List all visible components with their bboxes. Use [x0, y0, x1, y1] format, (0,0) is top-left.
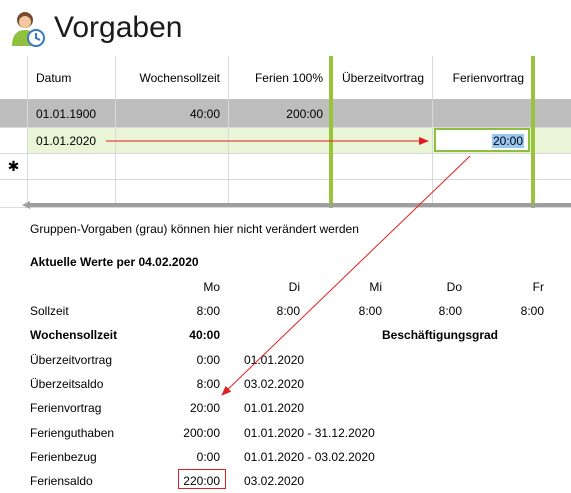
sollzeit-mo: 8:00 — [196, 304, 220, 318]
feriensaldo-date: 03.02.2020 — [244, 474, 305, 488]
day-header-mi: Mi — [369, 280, 382, 294]
ueberzeitsaldo-value: 8:00 — [196, 377, 220, 391]
ferienvortrag-label: Ferienvortrag — [30, 401, 102, 415]
cell-ferien[interactable]: 200:00 — [229, 100, 332, 128]
ueberzeitvortrag-value: 0:00 — [196, 353, 220, 367]
sollzeit-label: Sollzeit — [30, 304, 69, 318]
scroll-left-icon[interactable] — [22, 201, 30, 209]
beschaeftigungsgrad-label: Beschäftigungsgrad — [382, 328, 499, 342]
sollzeit-do: 8:00 — [438, 304, 462, 318]
cell-more[interactable] — [533, 128, 571, 154]
ferienvortrag-edit-value[interactable]: 20:00 — [491, 134, 524, 148]
day-header-mo: Mo — [203, 280, 220, 294]
row-indicator-header — [0, 56, 28, 100]
current-values-heading: Aktuelle Werte per 04.02.2020 — [30, 255, 199, 269]
day-header-fr: Fr — [532, 280, 544, 294]
ferienvortrag-date: 01.01.2020 — [244, 401, 305, 415]
cell-more[interactable] — [533, 154, 571, 180]
title-bar: Vorgaben — [0, 0, 571, 56]
cell-ueberzeitvortrag[interactable] — [332, 154, 433, 180]
cell-ueberzeitvortrag[interactable] — [332, 128, 433, 154]
info-note: Gruppen-Vorgaben (grau) können hier nich… — [30, 222, 359, 236]
column-header-ueberzeitvortrag[interactable]: Überzeitvortrag — [332, 56, 433, 100]
row-indicator[interactable] — [0, 100, 28, 128]
column-separator-accent — [531, 56, 535, 208]
cell-datum[interactable]: 01.01.2020 — [28, 128, 116, 154]
new-row[interactable]: ✱ — [0, 154, 571, 180]
sollzeit-mi: 8:00 — [358, 304, 382, 318]
user-clock-icon — [12, 12, 45, 47]
new-row-marker-icon: ✱ — [0, 154, 28, 180]
ferienbezug-value: 0:00 — [196, 450, 220, 464]
cell-ferien[interactable] — [229, 154, 332, 180]
sollzeit-di: 8:00 — [276, 304, 300, 318]
ueberzeitsaldo-label: Überzeitsaldo — [30, 377, 104, 391]
sollzeit-fr: 8:00 — [520, 304, 544, 318]
ferienguthaben-value: 200:00 — [183, 426, 220, 440]
cell-wochensollzeit[interactable]: 40:00 — [116, 100, 229, 128]
column-header-ferien[interactable]: Ferien 100% — [229, 56, 332, 100]
cell-ferien[interactable] — [229, 128, 332, 154]
column-header-wochensollzeit[interactable]: Wochensollzeit — [116, 56, 229, 100]
ueberzeitvortrag-label: Überzeitvortrag — [30, 353, 113, 367]
cell-datum[interactable] — [28, 154, 116, 180]
cell-ueberzeitvortrag[interactable] — [332, 100, 433, 128]
cell-ferienvortrag[interactable] — [433, 100, 533, 128]
column-header-ferienvortrag[interactable]: Ferienvortrag — [433, 56, 533, 100]
column-separator-accent — [329, 56, 333, 208]
feriensaldo-label: Feriensaldo — [30, 474, 93, 488]
ferienbezug-date: 01.01.2020 - 03.02.2020 — [244, 450, 375, 464]
feriensaldo-highlight-box — [178, 469, 226, 489]
table-row[interactable]: 01.01.1900 40:00 200:00 — [0, 100, 571, 128]
wochensollzeit-label: Wochensollzeit — [30, 328, 118, 342]
day-header-do: Do — [446, 280, 462, 294]
cell-wochensollzeit[interactable] — [116, 154, 229, 180]
ueberzeitvortrag-date: 01.01.2020 — [244, 353, 305, 367]
ferienguthaben-date: 01.01.2020 - 31.12.2020 — [244, 426, 375, 440]
wochensollzeit-value: 40:00 — [189, 328, 220, 342]
day-header-di: Di — [288, 280, 300, 294]
horizontal-scrollbar[interactable] — [30, 203, 571, 207]
ueberzeitsaldo-date: 03.02.2020 — [244, 377, 305, 391]
ferienbezug-label: Ferienbezug — [30, 450, 97, 464]
ferienvortrag-edit-field[interactable]: 20:00 — [434, 128, 530, 152]
row-indicator[interactable] — [0, 128, 28, 154]
cell-ferienvortrag[interactable] — [433, 154, 533, 180]
column-header-more — [533, 56, 571, 100]
grid-header-row: Datum Wochensollzeit Ferien 100% Überzei… — [0, 56, 571, 100]
ferienguthaben-label: Ferienguthaben — [30, 426, 115, 440]
ferienvortrag-value: 20:00 — [189, 401, 220, 415]
page-title: Vorgaben — [54, 11, 183, 44]
cell-wochensollzeit[interactable] — [116, 128, 229, 154]
cell-datum[interactable]: 01.01.1900 — [28, 100, 116, 128]
column-header-datum[interactable]: Datum — [28, 56, 116, 100]
cell-more[interactable] — [533, 100, 571, 128]
